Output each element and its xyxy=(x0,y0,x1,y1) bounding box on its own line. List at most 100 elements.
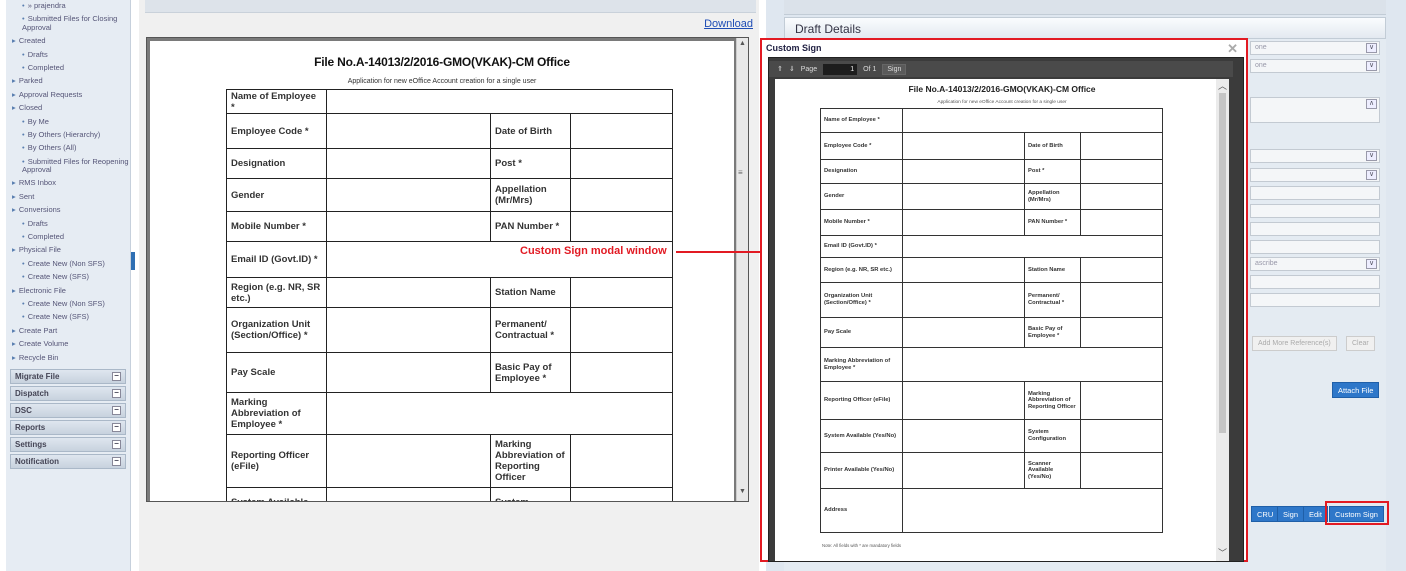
document-scrollbar[interactable]: ▲ ≡ ▼ xyxy=(736,38,748,501)
sidebar-item[interactable]: • Submitted Files for Closing Approval xyxy=(6,13,130,35)
field-value-cell[interactable] xyxy=(902,183,1025,210)
field-value-cell[interactable] xyxy=(1080,317,1163,348)
input-field-3[interactable] xyxy=(1250,222,1380,236)
attach-file-button[interactable]: Attach File xyxy=(1332,382,1380,398)
field-value-cell[interactable] xyxy=(902,209,1025,236)
field-value-cell[interactable] xyxy=(902,419,1025,453)
field-value-cell[interactable] xyxy=(1080,381,1163,420)
sidebar-item[interactable]: • Completed xyxy=(6,62,130,75)
input-field-4[interactable] xyxy=(1250,240,1380,254)
field-value-cell[interactable] xyxy=(570,434,673,488)
field-value-cell[interactable] xyxy=(326,307,491,353)
field-value-cell[interactable] xyxy=(902,488,1163,533)
close-icon[interactable]: ✕ xyxy=(1227,41,1238,57)
sidebar-item[interactable]: ▸ Sent xyxy=(6,191,130,204)
modal-scrollbar[interactable]: ︿ ﹀ xyxy=(1216,79,1229,561)
chevron-down-icon[interactable]: ﹀ xyxy=(1217,546,1228,559)
field-value-cell[interactable] xyxy=(902,257,1025,283)
sidebar-item[interactable]: ▸ Create Part xyxy=(6,325,130,338)
cru-button[interactable]: CRU xyxy=(1251,506,1280,522)
field-value-cell[interactable] xyxy=(570,307,673,353)
sidebar-item[interactable]: • By Others (All) xyxy=(6,142,130,155)
field-value-cell[interactable] xyxy=(570,277,673,308)
field-value-cell[interactable] xyxy=(902,282,1025,318)
field-value-cell[interactable] xyxy=(326,148,491,179)
field-value-cell[interactable] xyxy=(570,148,673,179)
field-value-cell[interactable] xyxy=(570,352,673,393)
field-value-cell[interactable] xyxy=(1080,452,1163,489)
sidebar-item[interactable]: • » prajendra xyxy=(6,0,130,13)
field-value-cell[interactable] xyxy=(570,113,673,149)
field-value-cell[interactable] xyxy=(902,132,1025,160)
field-value-cell[interactable] xyxy=(326,392,673,435)
sidebar-collapse-handle[interactable] xyxy=(131,252,135,270)
field-value-cell[interactable] xyxy=(902,235,1163,258)
sidebar-item[interactable]: ▸ Physical File xyxy=(6,244,130,257)
field-value-cell[interactable] xyxy=(902,159,1025,184)
textarea-field[interactable]: ∧ xyxy=(1250,97,1380,123)
select-field-4[interactable]: ∨ xyxy=(1250,168,1380,182)
field-value-cell[interactable] xyxy=(902,381,1025,420)
clear-button[interactable]: Clear xyxy=(1346,336,1375,351)
sidebar-item[interactable]: ▸ Approval Requests xyxy=(6,89,130,102)
chevron-up-icon[interactable]: ︿ xyxy=(1217,79,1228,92)
field-value-cell[interactable] xyxy=(1080,132,1163,160)
field-value-cell[interactable] xyxy=(326,434,491,488)
sidebar-item[interactable]: • Drafts xyxy=(6,49,130,62)
field-value-cell[interactable] xyxy=(570,178,673,212)
sidebar-item[interactable]: • By Me xyxy=(6,116,130,129)
field-value-cell[interactable] xyxy=(326,277,491,308)
sidebar-item[interactable]: ▸ Closed xyxy=(6,102,130,115)
collapse-toggle-icon[interactable]: − xyxy=(112,439,121,449)
field-value-cell[interactable] xyxy=(1080,282,1163,318)
field-value-cell[interactable] xyxy=(902,317,1025,348)
next-page-icon[interactable]: ⇓ xyxy=(789,65,795,73)
field-value-cell[interactable] xyxy=(1080,257,1163,283)
sidebar-section-header[interactable]: Dispatch − xyxy=(10,385,126,401)
collapse-toggle-icon[interactable]: − xyxy=(112,422,121,432)
collapse-toggle-icon[interactable]: − xyxy=(112,371,121,381)
input-field-1[interactable] xyxy=(1250,186,1380,200)
input-field-6[interactable] xyxy=(1250,293,1380,307)
select-field-1[interactable]: one ∨ xyxy=(1250,41,1380,55)
sidebar-section-header[interactable]: Migrate File − xyxy=(10,368,126,384)
page-number-input[interactable]: 1 xyxy=(823,63,858,75)
download-link[interactable]: Download xyxy=(704,18,753,30)
sidebar-item[interactable]: • Drafts xyxy=(6,218,130,231)
sidebar-item[interactable]: • Submitted Files for Reopening Approval xyxy=(6,156,130,178)
input-field-2[interactable] xyxy=(1250,204,1380,218)
field-value-cell[interactable] xyxy=(326,211,491,242)
sidebar-item[interactable]: ▸ Conversions xyxy=(6,204,130,217)
sidebar-section-header[interactable]: Reports − xyxy=(10,419,126,435)
field-value-cell[interactable] xyxy=(1080,159,1163,184)
collapse-toggle-icon[interactable]: − xyxy=(112,405,121,415)
previous-page-icon[interactable]: ⇑ xyxy=(777,65,783,73)
field-value-cell[interactable] xyxy=(570,211,673,242)
sidebar-section-header[interactable]: Notification − xyxy=(10,453,126,469)
field-value-cell[interactable] xyxy=(326,352,491,393)
scroll-down-icon[interactable]: ▼ xyxy=(737,488,748,499)
sidebar-item[interactable]: ▸ Electronic File xyxy=(6,285,130,298)
select-field-3[interactable]: ∨ xyxy=(1250,149,1380,163)
collapse-toggle-icon[interactable]: − xyxy=(112,388,121,398)
sidebar-item[interactable]: ▸ Recycle Bin xyxy=(6,352,130,365)
sidebar-item[interactable]: • Create New (SFS) xyxy=(6,271,130,284)
field-value-cell[interactable] xyxy=(902,108,1163,133)
sidebar-section-header[interactable]: Settings − xyxy=(10,436,126,452)
sidebar-item[interactable]: ▸ Created xyxy=(6,35,130,48)
select-field-2[interactable]: one ∨ xyxy=(1250,59,1380,73)
add-more-references-button[interactable]: Add More Reference(s) xyxy=(1252,336,1337,351)
sidebar-item[interactable]: ▸ Parked xyxy=(6,75,130,88)
scroll-up-icon[interactable]: ▲ xyxy=(737,40,748,51)
sign-button[interactable]: Sign xyxy=(1277,506,1305,522)
input-field-5[interactable] xyxy=(1250,275,1380,289)
select-field-5[interactable]: ascribe ∨ xyxy=(1250,257,1380,271)
field-value-cell[interactable] xyxy=(902,452,1025,489)
field-value-cell[interactable] xyxy=(326,178,491,212)
sidebar-item[interactable]: • By Others (Hierarchy) xyxy=(6,129,130,142)
sidebar-item[interactable]: • Create New (SFS) xyxy=(6,311,130,324)
field-value-cell[interactable] xyxy=(326,89,673,114)
sidebar-item[interactable]: ▸ RMS Inbox xyxy=(6,177,130,190)
sidebar-item[interactable]: ▸ Create Volume xyxy=(6,338,130,351)
sidebar-item[interactable]: • Completed xyxy=(6,231,130,244)
